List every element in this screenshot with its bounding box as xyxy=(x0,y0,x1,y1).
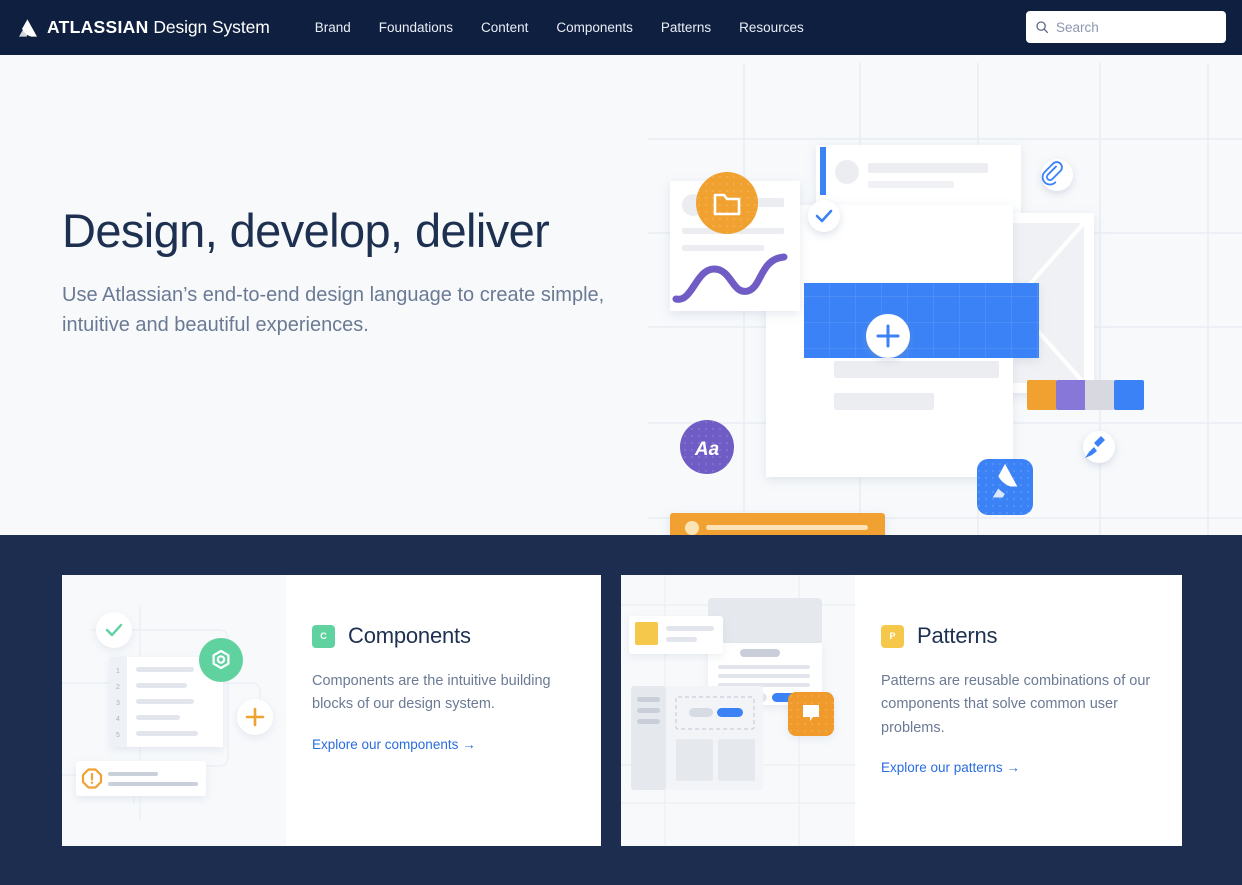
search-box[interactable] xyxy=(1026,11,1226,43)
cards-section: 1 2 3 4 5 C Components Components are th… xyxy=(0,535,1242,885)
layout-card xyxy=(631,686,763,790)
brand-name-light: Design System xyxy=(153,17,270,37)
hero-subtitle: Use Atlassian’s end-to-end design langua… xyxy=(62,283,605,337)
svg-text:1: 1 xyxy=(116,668,120,675)
main-navigation: Brand Foundations Content Components Pat… xyxy=(315,20,804,35)
message-tile xyxy=(788,692,834,736)
card-header: C Components xyxy=(312,623,575,649)
card-body: C Components Components are the intuitiv… xyxy=(286,575,601,846)
patterns-badge: P xyxy=(881,624,904,648)
nav-item-brand[interactable]: Brand xyxy=(315,20,351,35)
card-description: Patterns are reusable combinations of ou… xyxy=(881,673,1151,736)
svg-text:5: 5 xyxy=(116,732,120,739)
plus-badge xyxy=(237,699,273,735)
atlassian-tile xyxy=(977,459,1033,515)
atlassian-logo-icon xyxy=(19,18,37,37)
explore-patterns-link[interactable]: Explore our patterns → xyxy=(881,760,1020,775)
components-badge: C xyxy=(312,624,335,648)
brand-logo[interactable]: ATLASSIAN Design System xyxy=(18,17,270,38)
search-input[interactable] xyxy=(1056,19,1217,35)
card-components[interactable]: 1 2 3 4 5 C Components Components are th… xyxy=(62,575,601,846)
brand-name-bold: ATLASSIAN xyxy=(47,17,149,37)
hero-section: Design, develop, deliver Use Atlassian’s… xyxy=(0,55,1242,535)
svg-text:Aa: Aa xyxy=(694,439,720,460)
patterns-illustration xyxy=(621,575,855,846)
brush-badge xyxy=(1083,431,1115,463)
svg-text:4: 4 xyxy=(116,716,120,723)
nav-item-resources[interactable]: Resources xyxy=(739,20,804,35)
design-system-hero-illustration: Aa xyxy=(648,63,1242,535)
check-badge xyxy=(96,612,132,648)
svg-text:3: 3 xyxy=(116,700,120,707)
folder-badge xyxy=(696,172,758,234)
card-title: Patterns xyxy=(917,623,998,648)
explore-components-link[interactable]: Explore our components → xyxy=(312,737,476,752)
attachment-badge xyxy=(1041,159,1073,191)
nav-item-patterns[interactable]: Patterns xyxy=(661,20,711,35)
hero-copy: Design, develop, deliver Use Atlassian’s… xyxy=(62,204,642,340)
components-illustration: 1 2 3 4 5 xyxy=(62,575,286,846)
typography-badge: Aa xyxy=(680,420,734,474)
site-header: ATLASSIAN Design System Brand Foundation… xyxy=(0,0,1242,55)
page-title: Design, develop, deliver xyxy=(62,204,550,257)
card-header: P Patterns xyxy=(881,623,1156,649)
card-description: Components are the intuitive building bl… xyxy=(312,673,551,713)
progress-bar xyxy=(670,513,885,535)
add-button[interactable] xyxy=(866,314,910,358)
swatch-card xyxy=(629,616,723,654)
warning-banner xyxy=(76,761,206,796)
card-title: Components xyxy=(348,623,471,648)
search-icon xyxy=(1036,21,1049,34)
color-swatches xyxy=(1027,380,1144,410)
hexagon-badge xyxy=(199,638,243,682)
nav-item-content[interactable]: Content xyxy=(481,20,528,35)
nav-item-components[interactable]: Components xyxy=(556,20,633,35)
card-body: P Patterns Patterns are reusable combina… xyxy=(855,575,1182,846)
nav-item-foundations[interactable]: Foundations xyxy=(379,20,453,35)
svg-text:2: 2 xyxy=(116,684,120,691)
card-patterns[interactable]: P Patterns Patterns are reusable combina… xyxy=(621,575,1182,846)
check-badge xyxy=(808,200,840,232)
brand-text: ATLASSIAN Design System xyxy=(47,17,270,38)
